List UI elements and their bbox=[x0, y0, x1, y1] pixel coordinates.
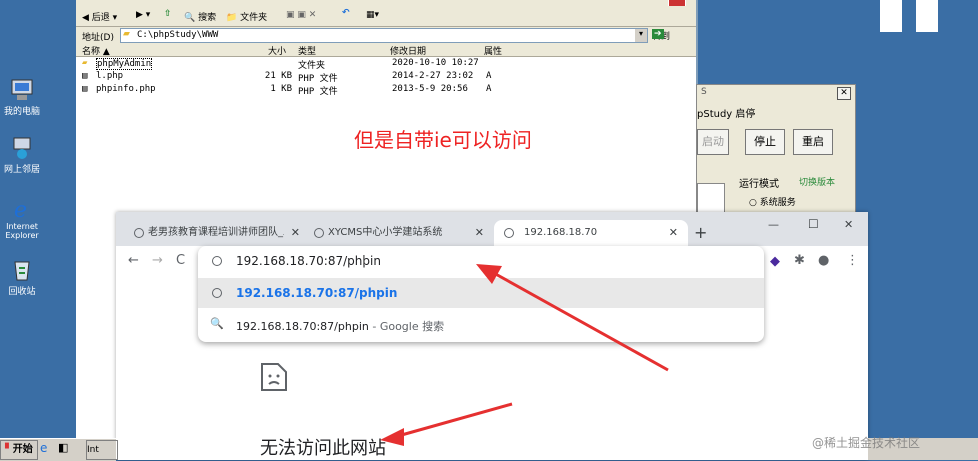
taskbar-item[interactable]: Int bbox=[86, 440, 118, 460]
arrow-head bbox=[380, 428, 404, 446]
annotation-arrows bbox=[380, 264, 669, 446]
arrow-line bbox=[491, 270, 669, 372]
watermark: @稀土掘金技术社区 bbox=[812, 436, 921, 450]
arrow-line bbox=[397, 402, 513, 438]
start-label: 开始 bbox=[12, 444, 33, 455]
start-button[interactable]: ▘开始 bbox=[0, 440, 38, 460]
windows-logo-icon: ▘ bbox=[5, 444, 13, 455]
taskbar-item-label: Int bbox=[87, 445, 99, 455]
desktop-quicklaunch-icon[interactable]: ◧ bbox=[58, 441, 68, 454]
taskbar: ▘开始 e ◧ Int bbox=[0, 438, 118, 461]
ie-quicklaunch-icon[interactable]: e bbox=[40, 441, 47, 455]
